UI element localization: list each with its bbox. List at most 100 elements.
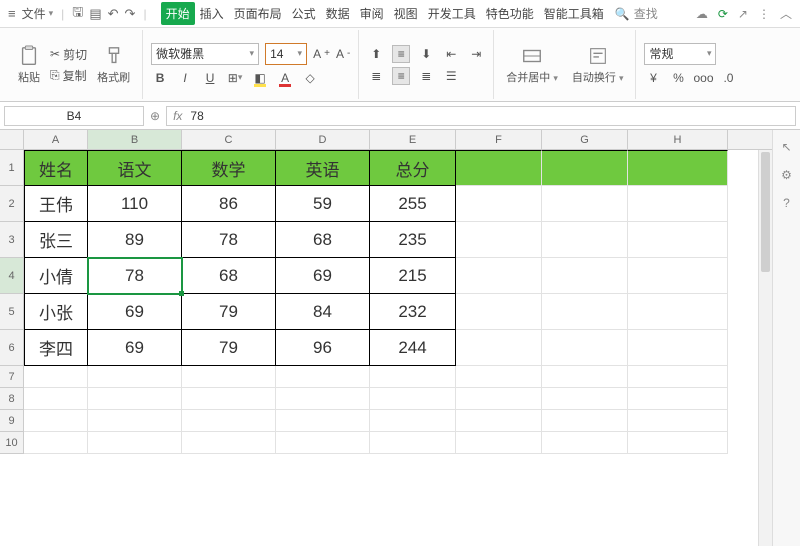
cell[interactable]	[456, 186, 542, 222]
tab-dev[interactable]: 开发工具	[423, 2, 481, 25]
align-bottom-icon[interactable]: ⬇	[417, 45, 435, 63]
hamburger-icon[interactable]: ≡	[8, 6, 16, 21]
cell[interactable]: 78	[88, 258, 182, 294]
cell[interactable]: 79	[182, 294, 276, 330]
cell[interactable]: 79	[182, 330, 276, 366]
search-box[interactable]: 🔍查找	[615, 5, 658, 22]
cell[interactable]: 英语	[276, 150, 370, 186]
cell[interactable]: 69	[88, 330, 182, 366]
cell[interactable]	[88, 366, 182, 388]
cell[interactable]: 张三	[24, 222, 88, 258]
row-header[interactable]: 7	[0, 366, 24, 388]
cell[interactable]: 姓名	[24, 150, 88, 186]
border-button[interactable]: ⊞▾	[226, 69, 244, 87]
cell[interactable]: 215	[370, 258, 456, 294]
cell[interactable]	[542, 366, 628, 388]
help-icon[interactable]: ?	[783, 196, 790, 210]
sync-icon[interactable]: ⟳	[718, 7, 728, 21]
cell[interactable]	[542, 432, 628, 454]
cell[interactable]: 小张	[24, 294, 88, 330]
tab-layout[interactable]: 页面布局	[229, 2, 287, 25]
cell[interactable]: 78	[182, 222, 276, 258]
save-icon[interactable]: 🖫	[72, 3, 83, 25]
row-header[interactable]: 4	[0, 258, 24, 294]
cut-button[interactable]: ✂剪切	[50, 46, 87, 63]
row-header[interactable]: 8	[0, 388, 24, 410]
row-header[interactable]: 1	[0, 150, 24, 186]
cell[interactable]	[456, 366, 542, 388]
font-select[interactable]: 微软雅黑▾	[151, 43, 259, 65]
col-header[interactable]: D	[276, 130, 370, 149]
cell[interactable]: 总分	[370, 150, 456, 186]
share-icon[interactable]: ↗	[738, 7, 748, 21]
decimal-inc-icon[interactable]: .0	[719, 69, 737, 87]
cell[interactable]	[276, 388, 370, 410]
cell[interactable]: 李四	[24, 330, 88, 366]
number-format-select[interactable]: 常规▾	[644, 43, 716, 65]
font-size-select[interactable]: 14▾	[265, 43, 307, 65]
cell[interactable]	[276, 410, 370, 432]
cell[interactable]	[628, 410, 728, 432]
paste-button[interactable]: 粘贴	[14, 45, 44, 85]
comma-icon[interactable]: ооо	[694, 69, 712, 87]
cell[interactable]: 数学	[182, 150, 276, 186]
cell[interactable]	[628, 186, 728, 222]
cell[interactable]	[456, 432, 542, 454]
name-box[interactable]: B4	[4, 106, 144, 126]
cell[interactable]: 89	[88, 222, 182, 258]
cell[interactable]	[276, 432, 370, 454]
clear-format-button[interactable]: ◇	[301, 69, 319, 87]
cell[interactable]: 110	[88, 186, 182, 222]
cell[interactable]	[370, 388, 456, 410]
cell[interactable]	[24, 388, 88, 410]
cell[interactable]	[456, 294, 542, 330]
increase-font-icon[interactable]: A+	[313, 47, 330, 61]
cell[interactable]	[456, 258, 542, 294]
cell[interactable]	[628, 388, 728, 410]
cloud-icon[interactable]: ☁	[696, 7, 708, 21]
cell[interactable]	[24, 410, 88, 432]
cell[interactable]	[182, 366, 276, 388]
col-header[interactable]: H	[628, 130, 728, 149]
file-menu[interactable]: 文件 ▾	[22, 5, 54, 22]
cell[interactable]	[456, 410, 542, 432]
col-header[interactable]: E	[370, 130, 456, 149]
cell[interactable]	[88, 410, 182, 432]
tab-home[interactable]: 开始	[161, 2, 195, 25]
fill-color-button[interactable]: ◧	[251, 69, 269, 87]
cursor-icon[interactable]: ↖	[781, 140, 791, 154]
tab-formula[interactable]: 公式	[287, 2, 321, 25]
cell[interactable]	[628, 294, 728, 330]
cell[interactable]	[276, 366, 370, 388]
cell[interactable]: 小倩	[24, 258, 88, 294]
wrap-text-button[interactable]: 自动换行 ▾	[568, 45, 628, 85]
cell[interactable]	[88, 432, 182, 454]
cell[interactable]	[542, 388, 628, 410]
align-middle-icon[interactable]: ≡	[392, 45, 410, 63]
bold-button[interactable]: B	[151, 69, 169, 87]
cell[interactable]: 王伟	[24, 186, 88, 222]
cell[interactable]: 69	[276, 258, 370, 294]
tab-ai[interactable]: 智能工具箱	[539, 2, 609, 25]
cell[interactable]	[370, 432, 456, 454]
row-header[interactable]: 9	[0, 410, 24, 432]
copy-button[interactable]: ⎘复制	[50, 67, 87, 84]
tab-review[interactable]: 审阅	[355, 2, 389, 25]
spreadsheet-grid[interactable]: A B C D E F G H 1姓名语文数学英语总分2王伟1108659255…	[0, 130, 772, 546]
italic-button[interactable]: I	[176, 69, 194, 87]
format-painter-button[interactable]: 格式刷	[93, 45, 134, 85]
cell[interactable]	[628, 330, 728, 366]
formula-input[interactable]: fx 78	[166, 106, 796, 126]
cell[interactable]	[456, 222, 542, 258]
scrollbar-thumb[interactable]	[761, 152, 770, 272]
tab-data[interactable]: 数据	[321, 2, 355, 25]
cell[interactable]	[370, 366, 456, 388]
cell[interactable]: 255	[370, 186, 456, 222]
cell[interactable]	[182, 388, 276, 410]
indent-decrease-icon[interactable]: ⇤	[442, 45, 460, 63]
cell[interactable]: 235	[370, 222, 456, 258]
tab-special[interactable]: 特色功能	[481, 2, 539, 25]
cell[interactable]: 68	[276, 222, 370, 258]
select-all-corner[interactable]	[0, 130, 24, 149]
cell[interactable]	[24, 432, 88, 454]
